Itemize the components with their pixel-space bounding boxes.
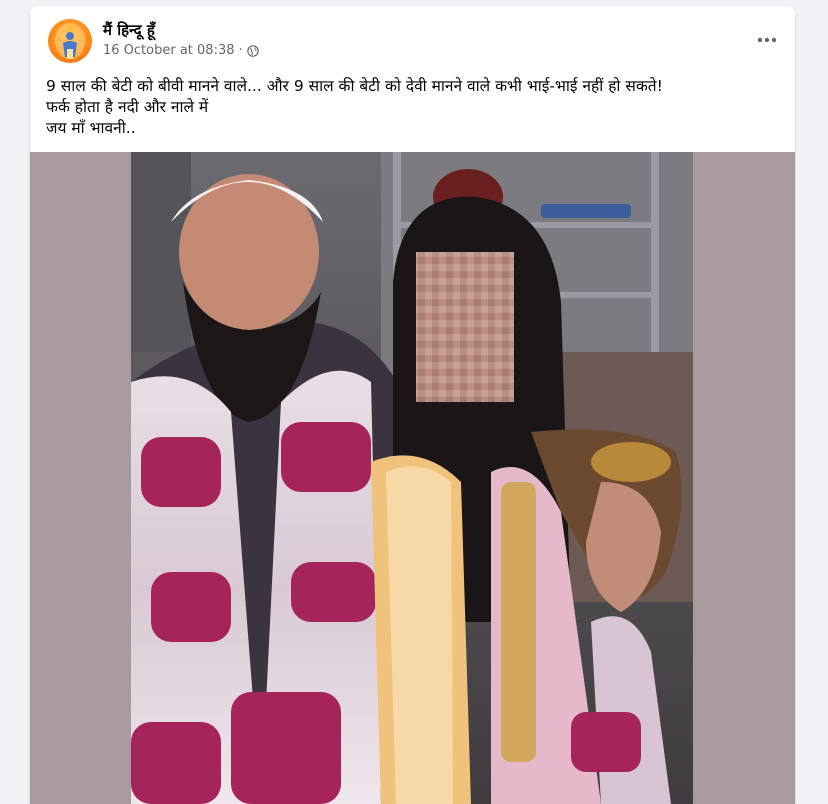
- post-text-line: 9 साल की बेटी को बीवी मानने वाले... और 9…: [46, 77, 663, 95]
- post-header: मैं हिन्दू हूँ 16 October at 08:38 ·: [30, 6, 795, 63]
- post-photo[interactable]: [131, 152, 693, 804]
- more-dots-icon: [757, 37, 777, 43]
- post-text-line: जय माँ भावनी..: [46, 119, 136, 137]
- meta-separator: ·: [238, 43, 243, 58]
- author-name[interactable]: मैं हिन्दू हूँ: [103, 20, 155, 40]
- more-options-button[interactable]: [753, 26, 781, 54]
- post-card: मैं हिन्दू हूँ 16 October at 08:38 · 9 स…: [30, 6, 795, 804]
- page-avatar[interactable]: [48, 19, 92, 63]
- post-text: 9 साल की बेटी को बीवी मानने वाले... और 9…: [46, 76, 786, 139]
- deity-avatar-icon: [55, 23, 85, 59]
- post-timestamp[interactable]: 16 October at 08:38: [103, 43, 235, 58]
- globe-icon[interactable]: [246, 44, 259, 57]
- post-meta: 16 October at 08:38 ·: [103, 43, 259, 58]
- post-media: [30, 152, 795, 804]
- post-text-line: फर्क होता है नदी और नाले में: [46, 98, 209, 116]
